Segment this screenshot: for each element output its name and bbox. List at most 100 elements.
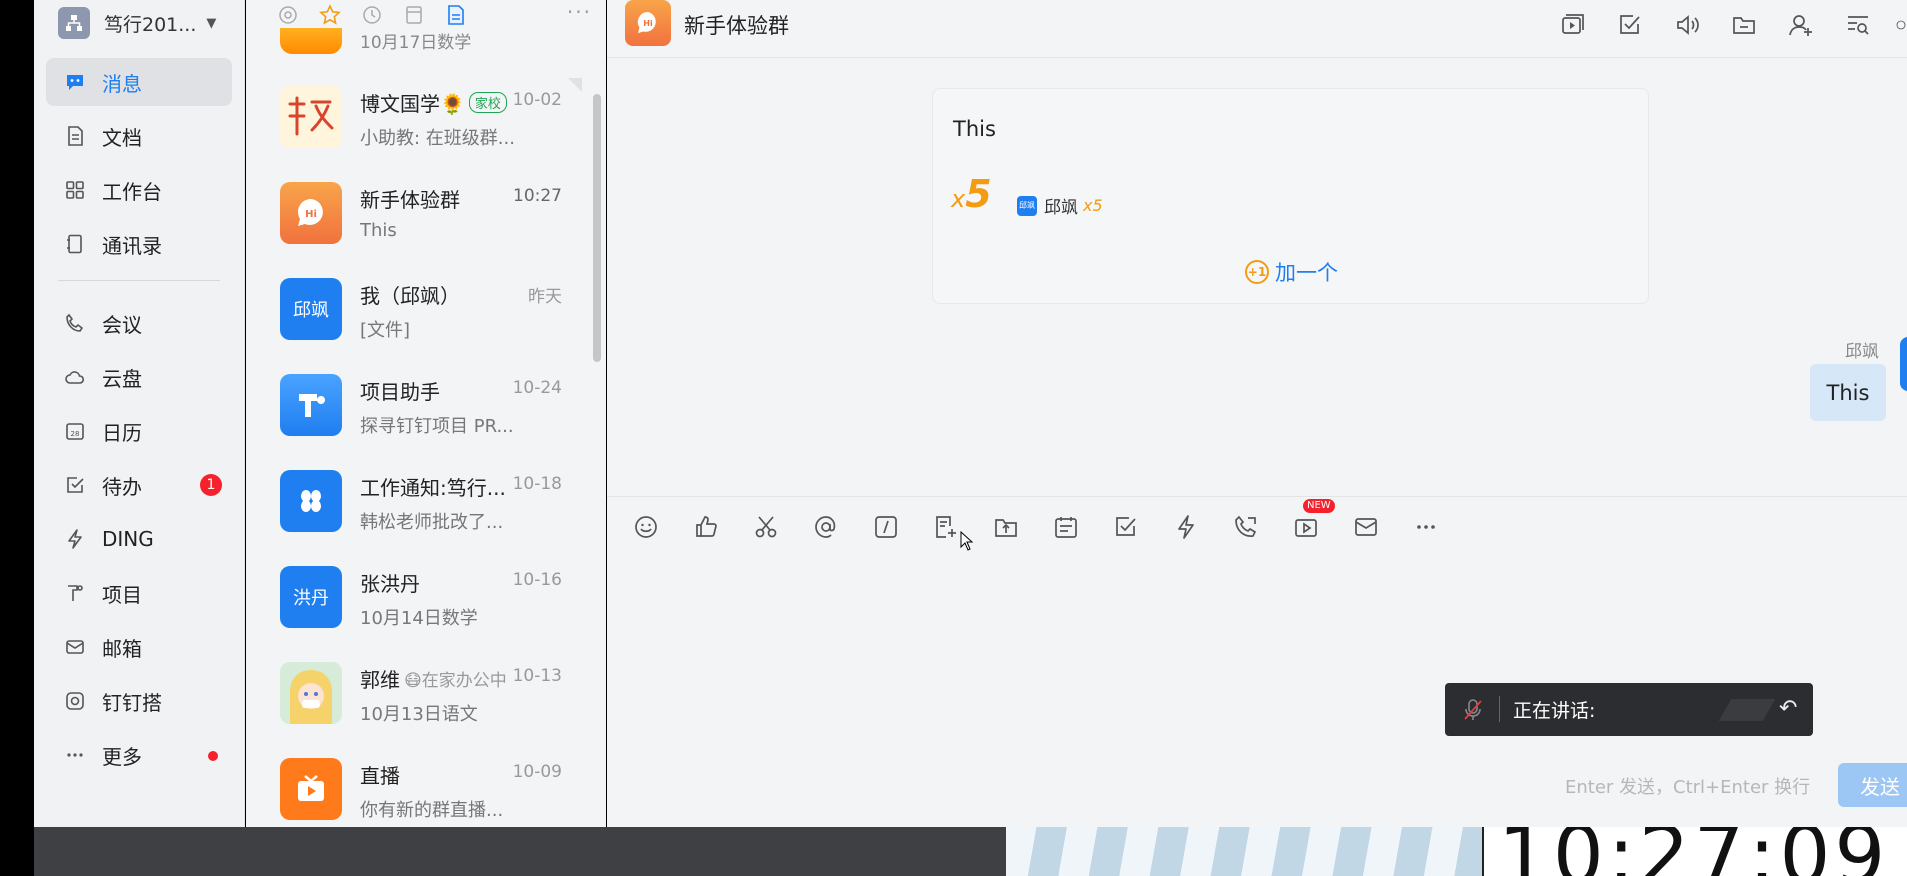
sidebar-item-label: 更多 [102, 744, 142, 769]
sidebar-item-label: 通讯录 [102, 233, 162, 258]
avatar: 洪丹 [280, 566, 342, 628]
conversation-item[interactable]: 邱飒 我（邱飒） 昨天 [文件] [246, 262, 606, 358]
slash-command-icon[interactable] [871, 512, 901, 542]
conversation-item[interactable]: 洪丹 张洪丹 10-16 10月14日数学 [246, 550, 606, 646]
user-name: 邱飒 [1044, 198, 1078, 218]
sidebar-item-dingda[interactable]: 钉钉搭 [46, 677, 232, 725]
mention-icon[interactable] [811, 512, 841, 542]
message-bubble[interactable]: This [1810, 364, 1886, 421]
conversation-item[interactable]: 项目助手 10-24 探寻钉钉项目 PR... [246, 358, 606, 454]
conversation-name: 直播 [360, 764, 400, 788]
new-badge: NEW [1303, 499, 1335, 513]
conversation-item[interactable]: 直播 10-09 你有新的群直播... [246, 742, 606, 827]
org-name: 笃行201... [104, 13, 197, 36]
clock-time: 10:27:09 [1498, 827, 1890, 876]
star-filter-tab[interactable] [312, 2, 348, 28]
status-text: 😷在家办公中 [404, 671, 507, 691]
sidebar-nav: 消息 文档 工作台 通讯录 会议 云盘 28 日历 待办 1 DING 项目 邮… [46, 58, 232, 785]
avatar [280, 662, 342, 724]
chat-header: Hi 新手体验群 [607, 0, 1907, 58]
calendar-filter-tab[interactable] [396, 2, 432, 28]
sidebar-item-meeting[interactable]: 会议 [46, 299, 232, 347]
todo-icon[interactable] [1111, 512, 1141, 542]
clock-widget: 10:27:09 [1482, 827, 1907, 876]
sidebar-item-label: 消息 [102, 71, 142, 96]
search-history-icon[interactable] [1843, 10, 1873, 40]
sidebar-item-docs[interactable]: 文档 [46, 112, 232, 160]
avatar: Hi [280, 182, 342, 244]
sidebar-item-todo[interactable]: 待办 1 [46, 461, 232, 509]
mouse-cursor-icon [960, 530, 974, 555]
conversation-time: 10-09 [512, 762, 562, 782]
sidebar-item-label: DING [102, 527, 154, 551]
sidebar-item-cloud[interactable]: 云盘 [46, 353, 232, 401]
phone-call-icon[interactable] [1231, 512, 1261, 542]
grid-icon [64, 179, 86, 201]
folder-icon[interactable] [1729, 10, 1759, 40]
new-doc-icon[interactable] [931, 512, 961, 542]
mail-icon[interactable] [1351, 512, 1381, 542]
upload-file-icon[interactable] [991, 512, 1021, 542]
conversation-time: 10-16 [512, 570, 562, 590]
speaker-icon[interactable] [1672, 10, 1702, 40]
sidebar-item-calendar[interactable]: 28 日历 [46, 407, 232, 455]
file-filter-tab[interactable] [438, 2, 474, 28]
svg-text:28: 28 [71, 430, 80, 438]
project-icon [64, 582, 86, 604]
more-icon[interactable]: ··· [567, 0, 592, 24]
plus-one-button[interactable]: +1 加一个 [933, 257, 1650, 287]
mention-filter-tab[interactable] [270, 2, 306, 28]
todo-count-badge: 1 [200, 474, 222, 496]
add-member-icon[interactable] [1786, 10, 1816, 40]
clock-filter-tab[interactable] [354, 2, 390, 28]
conversation-filter-tabs: ··· [246, 0, 606, 30]
org-switcher[interactable]: 笃行201... ▼ [58, 6, 216, 40]
send-button[interactable]: 发送 [1838, 763, 1907, 807]
phone-video-icon [64, 312, 86, 334]
conversation-preview: [文件] [360, 320, 411, 341]
conversation-name: 郭维 😷在家办公中 [360, 668, 507, 692]
conversation-item[interactable]: 工作通知:笃行... 10-18 韩松老师批改了... [246, 454, 606, 550]
schedule-icon[interactable] [1051, 512, 1081, 542]
thumbs-up-icon[interactable] [691, 512, 721, 542]
group-avatar[interactable]: Hi [625, 0, 671, 46]
sidebar-item-workbench[interactable]: 工作台 [46, 166, 232, 214]
chat-header-actions [1531, 10, 1907, 40]
conversation-item[interactable]: 博文国学🌻 家校 10-02 小助教: 在班级群... [246, 70, 606, 166]
conversation-time: 昨天 [528, 287, 562, 307]
conversation-item[interactable]: 郭维 😷在家办公中 10-13 10月13日语文 [246, 646, 606, 742]
avatar [280, 86, 342, 148]
sidebar-item-contacts[interactable]: 通讯录 [46, 220, 232, 268]
scissors-icon[interactable] [751, 512, 781, 542]
conversation-preview: 探寻钉钉项目 PR... [360, 416, 514, 437]
more-icon[interactable] [1411, 512, 1441, 542]
sidebar-item-more[interactable]: 更多 [46, 731, 232, 779]
live-video-icon[interactable] [1558, 10, 1588, 40]
ding-icon[interactable] [1171, 512, 1201, 542]
avatar[interactable] [1900, 337, 1907, 391]
settings-icon[interactable] [1895, 10, 1907, 40]
sidebar-item-project[interactable]: 项目 [46, 569, 232, 617]
sidebar-item-ding[interactable]: DING [46, 515, 232, 563]
count-prefix: x [951, 185, 966, 213]
mic-muted-icon[interactable] [1463, 698, 1483, 726]
conversation-list: ··· 10月17日数学 博文国学🌻 家校 10-02 小助教: 在班级群... … [246, 0, 606, 827]
org-icon [58, 7, 90, 39]
conversation-item[interactable]: Hi 新手体验群 10:27 This [246, 166, 606, 262]
undo-icon[interactable]: ↶ [1779, 696, 1797, 721]
conversation-time: 10-13 [512, 666, 562, 686]
app-window: 笃行201... ▼ 消息 文档 工作台 通讯录 会议 云盘 28 日历 待办 … [0, 0, 1907, 876]
conversation-name: 项目助手 [360, 380, 440, 404]
message-input[interactable]: Enter 发送，Ctrl+Enter 换行 [1565, 773, 1810, 799]
task-check-icon[interactable] [1615, 10, 1645, 40]
chat-title: 新手体验群 [684, 14, 789, 38]
more-icon [64, 744, 86, 766]
conversation-time: 10-02 [512, 90, 562, 110]
emoji-icon[interactable] [631, 512, 661, 542]
sidebar-item-mail[interactable]: 邮箱 [46, 623, 232, 671]
cloud-icon [64, 366, 86, 388]
sidebar-item-messages[interactable]: 消息 [46, 58, 232, 106]
conversation-preview: This [360, 220, 397, 241]
live-stream-icon[interactable]: NEW [1291, 499, 1335, 542]
user-avatar: 邱飒 [1017, 195, 1037, 216]
